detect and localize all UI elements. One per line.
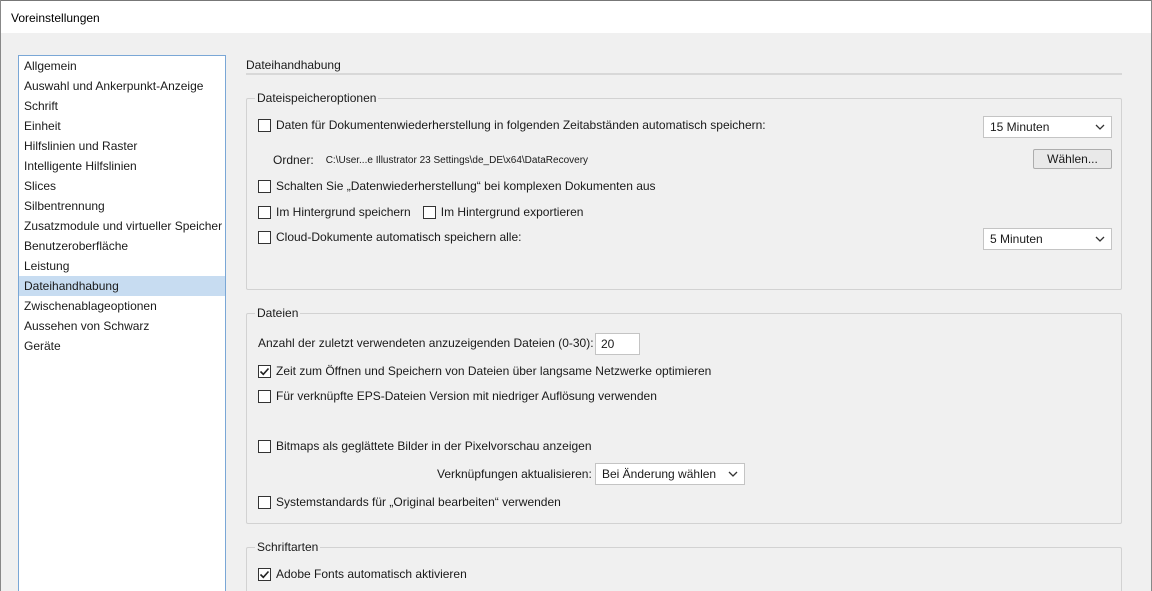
chevron-down-icon	[1095, 236, 1105, 242]
cloud-interval-select[interactable]: 5 Minuten	[983, 228, 1112, 250]
bg-export-checkbox[interactable]	[422, 205, 436, 219]
folder-path: C:\User...e Illustrator 23 Settings\de_D…	[325, 154, 589, 166]
optimize-label: Zeit zum Öffnen und Speichern von Dateie…	[276, 364, 712, 378]
complex-docs-checkbox[interactable]	[258, 179, 271, 193]
autosave-row: Daten für Dokumentenwiederherstellung in…	[258, 118, 766, 132]
sidebar-item-intelligente-hilfslinien[interactable]: Intelligente Hilfslinien	[19, 156, 225, 176]
save-options-legend: Dateispeicheroptionen	[255, 91, 379, 105]
title-divider	[246, 73, 1122, 75]
save-options-group: Dateispeicheroptionen Daten für Dokument…	[246, 91, 1122, 290]
eps-row: Für verknüpfte EPS-Dateien Version mit n…	[258, 389, 657, 403]
cloud-autosave-label: Cloud-Dokumente automatisch speichern al…	[276, 230, 522, 244]
optimize-row: Zeit zum Öffnen und Speichern von Dateie…	[258, 364, 711, 378]
folder-label: Ordner:	[273, 153, 314, 167]
title-bar: Voreinstellungen	[1, 0, 1151, 33]
update-links-select[interactable]: Bei Änderung wählen	[595, 463, 745, 485]
sidebar-item-zwischenablage[interactable]: Zwischenablageoptionen	[19, 296, 225, 316]
autosave-interval-value: 15 Minuten	[990, 120, 1050, 134]
cloud-interval-value: 5 Minuten	[990, 232, 1043, 246]
sidebar-item-auswahl[interactable]: Auswahl und Ankerpunkt-Anzeige	[19, 76, 225, 96]
sidebar-item-leistung[interactable]: Leistung	[19, 256, 225, 276]
system-defaults-label: Systemstandards für „Original bearbeiten…	[276, 495, 561, 509]
update-links-row: Verknüpfungen aktualisieren:	[437, 467, 592, 481]
optimize-checkbox[interactable]	[258, 364, 271, 378]
bitmaps-label: Bitmaps als geglättete Bilder in der Pix…	[276, 439, 592, 453]
chevron-down-icon	[728, 471, 738, 477]
page-title: Dateihandhabung	[246, 58, 341, 72]
system-defaults-checkbox[interactable]	[258, 495, 271, 509]
recent-files-input[interactable]: 20	[595, 333, 640, 355]
recent-files-row: Anzahl der zuletzt verwendeten anzuzeige…	[258, 336, 594, 350]
complex-docs-row: Schalten Sie „Datenwiederherstellung“ be…	[258, 179, 656, 193]
adobe-fonts-row: Adobe Fonts automatisch aktivieren	[258, 567, 467, 581]
sidebar-item-zusatzmodule[interactable]: Zusatzmodule und virtueller Speicher	[19, 216, 225, 236]
preferences-window: Voreinstellungen Allgemein Auswahl und A…	[0, 0, 1152, 591]
sidebar-item-hilfslinien[interactable]: Hilfslinien und Raster	[19, 136, 225, 156]
eps-label: Für verknüpfte EPS-Dateien Version mit n…	[276, 389, 657, 403]
eps-checkbox[interactable]	[258, 389, 271, 403]
bg-export-label: Im Hintergrund exportieren	[440, 205, 584, 219]
fonts-group: Schriftarten Adobe Fonts automatisch akt…	[246, 540, 1122, 591]
files-group: Dateien Anzahl der zuletzt verwendeten a…	[246, 306, 1122, 524]
bg-save-checkbox[interactable]	[258, 205, 271, 219]
choose-folder-button[interactable]: Wählen...	[1033, 149, 1112, 169]
sidebar-item-silbentrennung[interactable]: Silbentrennung	[19, 196, 225, 216]
folder-row: Ordner: C:\User...e Illustrator 23 Setti…	[273, 153, 588, 167]
bg-save-label: Im Hintergrund speichern	[276, 205, 411, 219]
bitmaps-row: Bitmaps als geglättete Bilder in der Pix…	[258, 439, 592, 453]
sidebar-item-benutzeroberflaeche[interactable]: Benutzeroberfläche	[19, 236, 225, 256]
window-title: Voreinstellungen	[11, 11, 100, 25]
checkmark-icon	[259, 367, 270, 375]
system-defaults-row: Systemstandards für „Original bearbeiten…	[258, 495, 561, 509]
sidebar-item-dateihandhabung[interactable]: Dateihandhabung	[19, 276, 225, 296]
sidebar-item-allgemein[interactable]: Allgemein	[19, 56, 225, 76]
background-row: Im Hintergrund speichern Im Hintergrund …	[258, 205, 583, 219]
cloud-autosave-checkbox[interactable]	[258, 230, 271, 244]
files-legend: Dateien	[255, 306, 301, 320]
update-links-label: Verknüpfungen aktualisieren:	[437, 467, 592, 481]
autosave-label: Daten für Dokumentenwiederherstellung in…	[276, 118, 766, 132]
category-list[interactable]: Allgemein Auswahl und Ankerpunkt-Anzeige…	[18, 55, 226, 591]
recent-files-label: Anzahl der zuletzt verwendeten anzuzeige…	[258, 336, 594, 350]
sidebar-item-slices[interactable]: Slices	[19, 176, 225, 196]
checkmark-icon	[259, 570, 270, 578]
autosave-interval-select[interactable]: 15 Minuten	[983, 116, 1112, 138]
chevron-down-icon	[1095, 124, 1105, 130]
adobe-fonts-checkbox[interactable]	[258, 567, 271, 581]
sidebar-item-einheit[interactable]: Einheit	[19, 116, 225, 136]
autosave-checkbox[interactable]	[258, 118, 271, 132]
sidebar-item-geraete[interactable]: Geräte	[19, 336, 225, 356]
sidebar-item-schrift[interactable]: Schrift	[19, 96, 225, 116]
cloud-row: Cloud-Dokumente automatisch speichern al…	[258, 230, 521, 244]
update-links-value: Bei Änderung wählen	[602, 467, 717, 481]
bitmaps-checkbox[interactable]	[258, 439, 271, 453]
fonts-legend: Schriftarten	[255, 540, 321, 554]
adobe-fonts-label: Adobe Fonts automatisch aktivieren	[276, 567, 467, 581]
sidebar-item-aussehen-schwarz[interactable]: Aussehen von Schwarz	[19, 316, 225, 336]
complex-docs-label: Schalten Sie „Datenwiederherstellung“ be…	[276, 179, 656, 193]
